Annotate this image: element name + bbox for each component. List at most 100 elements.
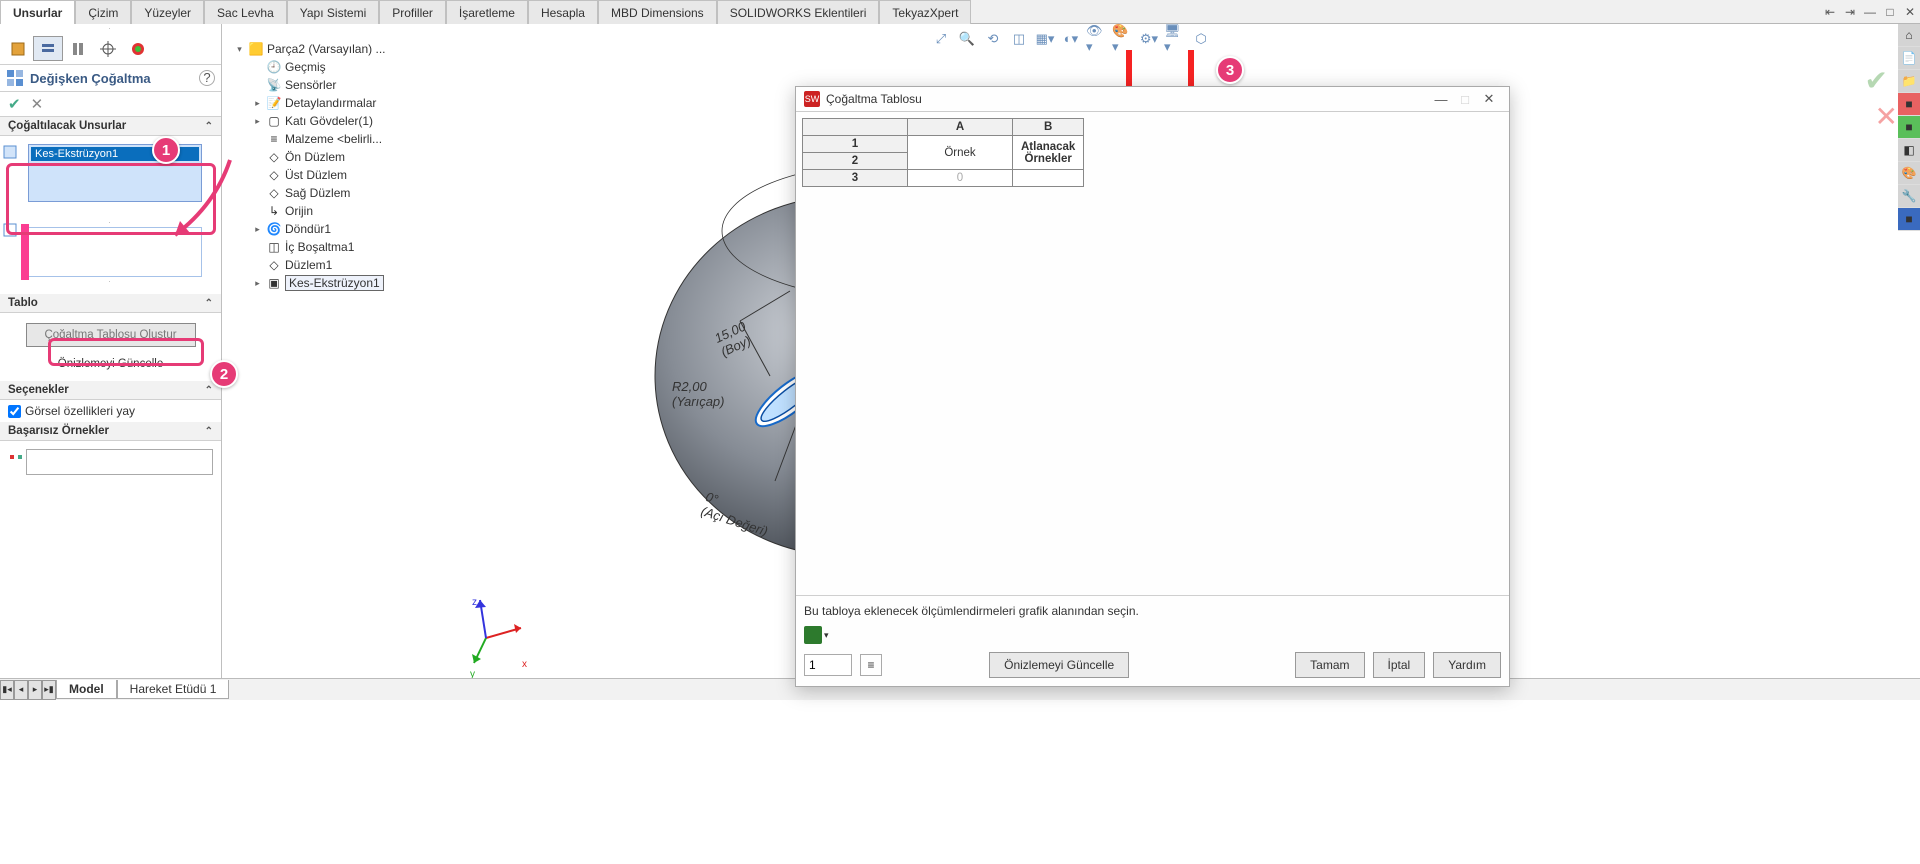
dialog-minimize-icon[interactable]: — <box>1429 92 1453 107</box>
section-features-head[interactable]: Çoğaltılacak Unsurlar ⌃ <box>0 117 221 136</box>
cell-atlanacak[interactable]: AtlanacakÖrnekler <box>1013 136 1084 170</box>
tree-item[interactable]: 📡Sensörler <box>252 76 410 94</box>
tab-mbd[interactable]: MBD Dimensions <box>598 0 717 24</box>
nav-prev-icon[interactable]: ◂ <box>14 680 28 700</box>
taskpane-item-icon[interactable]: ■ <box>1898 116 1920 138</box>
dlg-ok-button[interactable]: Tamam <box>1295 652 1364 678</box>
dim-yaricap[interactable]: R2,00(Yarıçap) <box>672 379 725 409</box>
tab-tekyaz[interactable]: TekyazXpert <box>879 0 971 24</box>
cell-b3[interactable] <box>1013 170 1084 187</box>
row-1-head[interactable]: 1 <box>803 136 908 153</box>
col-a-head[interactable]: A <box>908 119 1013 136</box>
tree-item[interactable]: ▸▢Katı Gövdeler(1) <box>252 112 410 130</box>
pattern-table[interactable]: A B 1 Örnek AtlanacakÖrnekler 2 3 0 <box>802 118 1084 187</box>
taskpane-home-icon[interactable]: ⌂ <box>1898 24 1920 46</box>
panel-collapse-icon[interactable]: ⇤ <box>1822 4 1838 20</box>
section-failed-head[interactable]: Başarısız Örnekler ⌃ <box>0 422 221 441</box>
nav-first-icon[interactable]: ▮◂ <box>0 680 14 700</box>
tree-item[interactable]: ◇Sağ Düzlem <box>252 184 410 202</box>
taskpane-item-icon[interactable]: ■ <box>1898 93 1920 115</box>
update-preview-button[interactable]: Önizlemeyi Güncelle <box>26 353 196 375</box>
window-close-icon[interactable]: ✕ <box>1902 4 1918 20</box>
tree-item[interactable]: ≡Malzeme <belirli... <box>252 130 410 148</box>
window-restore-icon[interactable]: □ <box>1882 4 1898 20</box>
section-table-head[interactable]: Tablo ⌃ <box>0 294 221 313</box>
collapse-caret-icon[interactable]: ⌃ <box>205 426 213 437</box>
tree-item[interactable]: ▸🌀Döndür1 <box>252 220 410 238</box>
tree-item[interactable]: ◇Üst Düzlem <box>252 166 410 184</box>
apply-scene-icon[interactable]: ⚙▾ <box>1138 28 1160 50</box>
tab-cizim[interactable]: Çizim <box>75 0 131 24</box>
dialog-close-icon[interactable]: ✕ <box>1477 91 1501 107</box>
edit-appearance-icon[interactable]: 🎨▾ <box>1112 28 1134 50</box>
help-icon[interactable]: ? <box>199 70 215 86</box>
col-b-head[interactable]: B <box>1013 119 1084 136</box>
tree-root[interactable]: ▾🟨Parça2 (Varsayılan) ... <box>234 40 410 58</box>
view-selector-icon[interactable]: ⬡ <box>1190 28 1212 50</box>
orientation-triad[interactable] <box>456 588 536 668</box>
property-manager-icon[interactable] <box>33 36 63 61</box>
taskpane-appearances-icon[interactable]: 🎨 <box>1898 162 1920 184</box>
cancel-x-icon[interactable]: ✕ <box>31 95 44 113</box>
instance-count-stepper[interactable]: ≡ <box>860 654 882 676</box>
section-view-icon[interactable]: ◫ <box>1008 28 1030 50</box>
view-orientation-icon[interactable]: ▦▾ <box>1034 28 1056 50</box>
nav-next-icon[interactable]: ▸ <box>28 680 42 700</box>
tab-profiller[interactable]: Profiller <box>379 0 446 24</box>
tab-hesapla[interactable]: Hesapla <box>528 0 598 24</box>
row-2-head[interactable]: 2 <box>803 153 908 170</box>
cell-ornek[interactable]: Örnek <box>908 136 1013 170</box>
confirm-corner-ok-icon[interactable]: ✔ <box>1865 64 1888 97</box>
ok-check-icon[interactable]: ✔ <box>8 95 21 113</box>
nav-last-icon[interactable]: ▸▮ <box>42 680 56 700</box>
section-options-head[interactable]: Seçenekler ⌃ <box>0 381 221 400</box>
collapse-caret-icon[interactable]: ⌃ <box>205 121 213 132</box>
propagate-visual-checkbox[interactable] <box>8 405 21 418</box>
list-resize-handle-2[interactable]: · <box>8 277 213 286</box>
tab-yuzeyler[interactable]: Yüzeyler <box>131 0 204 24</box>
bottom-tab-model[interactable]: Model <box>56 680 117 699</box>
taskpane-view-palette-icon[interactable]: ◧ <box>1898 139 1920 161</box>
confirm-corner-cancel-icon[interactable]: ✕ <box>1875 100 1898 133</box>
cell-a3[interactable]: 0 <box>908 170 1013 187</box>
row-3-head[interactable]: 3 <box>803 170 908 187</box>
window-minimize-icon[interactable]: — <box>1862 4 1878 20</box>
previous-view-icon[interactable]: ⟲ <box>982 28 1004 50</box>
zoom-fit-icon[interactable]: ⤢ <box>930 28 952 50</box>
panel-drag-handle[interactable]: · <box>0 24 221 33</box>
panel-expand-icon[interactable]: ⇥ <box>1842 4 1858 20</box>
dimxpert-icon[interactable] <box>93 36 123 61</box>
view-settings-icon[interactable]: 🖥▾ <box>1164 28 1186 50</box>
feature-tree-icon[interactable] <box>3 36 33 61</box>
display-manager-icon[interactable] <box>123 36 153 61</box>
dlg-update-preview-button[interactable]: Önizlemeyi Güncelle <box>989 652 1129 678</box>
tab-saclevha[interactable]: Sac Levha <box>204 0 287 24</box>
tree-item[interactable]: ↳Orijin <box>252 202 410 220</box>
taskpane-custom-icon[interactable]: 🔧 <box>1898 185 1920 207</box>
tab-eklentiler[interactable]: SOLIDWORKS Eklentileri <box>717 0 880 24</box>
create-table-button[interactable]: Çoğaltma Tablosu Oluştur <box>26 323 196 347</box>
excel-export-icon[interactable] <box>804 626 822 644</box>
failed-list[interactable] <box>26 449 213 475</box>
taskpane-design-library-icon[interactable]: 📁 <box>1898 70 1920 92</box>
tree-item[interactable]: ◇Düzlem1 <box>252 256 410 274</box>
taskpane-forum-icon[interactable]: ■ <box>1898 208 1920 230</box>
tree-item[interactable]: ◫İç Boşaltma1 <box>252 238 410 256</box>
tab-unsurlar[interactable]: Unsurlar <box>0 0 75 24</box>
tree-item[interactable]: ◇Ön Düzlem <box>252 148 410 166</box>
dlg-help-button[interactable]: Yardım <box>1433 652 1501 678</box>
tab-yapisistemi[interactable]: Yapı Sistemi <box>287 0 379 24</box>
zoom-area-icon[interactable]: 🔍 <box>956 28 978 50</box>
tab-isaretleme[interactable]: İşaretleme <box>446 0 528 24</box>
tree-item[interactable]: 🕘Geçmiş <box>252 58 410 76</box>
instance-count-input[interactable] <box>804 654 852 676</box>
display-style-icon[interactable]: ◐▾ <box>1060 28 1082 50</box>
tree-item-selected[interactable]: ▸▣Kes-Ekstrüzyon1 <box>252 274 410 292</box>
dlg-cancel-button[interactable]: İptal <box>1373 652 1426 678</box>
collapse-caret-icon[interactable]: ⌃ <box>205 298 213 309</box>
hide-show-icon[interactable]: 👁▾ <box>1086 28 1108 50</box>
taskpane-resources-icon[interactable]: 📄 <box>1898 47 1920 69</box>
tree-item[interactable]: ▸📝Detaylandırmalar <box>252 94 410 112</box>
bottom-tab-motion[interactable]: Hareket Etüdü 1 <box>117 680 230 699</box>
config-manager-icon[interactable] <box>63 36 93 61</box>
